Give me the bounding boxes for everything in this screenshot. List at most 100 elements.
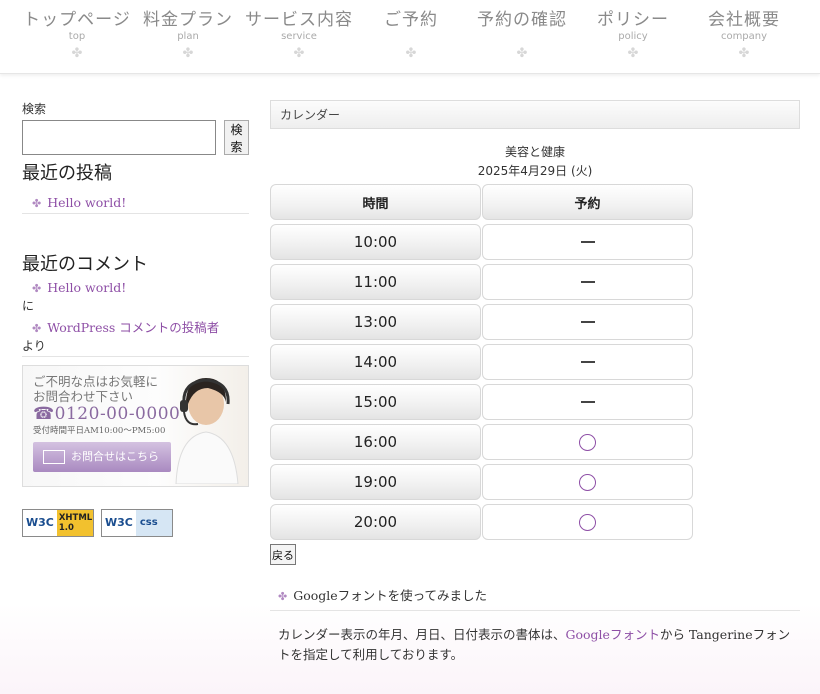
main-navigation: トップページ top ✤ 料金プラン plan ✤ サービス内容 service ✤ ご予約 ✤ 予約… [0,0,820,74]
column-header-time: 時間 [270,184,481,220]
available-circle-icon [579,473,596,491]
table-row: 19:00 [270,464,693,500]
table-row: 14:00 [270,344,693,380]
banner-text: ご不明な点はお気軽に お問合わせ下さい [33,374,159,404]
contact-button[interactable]: お問合せはこちら [33,442,171,472]
xhtml-badge[interactable]: W3C XHTML 1.0 [22,509,94,537]
nav-item-4[interactable]: 予約の確認 ✤ [467,0,577,72]
table-row: 20:00 [270,504,693,540]
time-cell: 11:00 [270,264,481,300]
unavailable-dash-icon [580,281,595,283]
time-cell: 13:00 [270,304,481,340]
unavailable-dash-icon [580,241,595,243]
fleur-bullet-icon: ✤ [32,197,42,210]
fleur-icon: ✤ [405,46,417,61]
table-row: 16:00 [270,424,693,460]
sidebar: 検索 検索 最近の投稿 ✤ Hello world! 最近のコメント ✤ Hello… [22,100,249,537]
search-button[interactable]: 検索 [224,120,249,155]
reservation-cell [482,384,693,420]
fleur-bullet-icon: ✤ [278,590,288,603]
recent-posts-heading: 最近の投稿 [22,163,112,184]
banner-phone: ☎0120-00-0000 [33,404,181,424]
fleur-icon: ✤ [71,46,83,61]
fleur-icon: ✤ [293,46,305,61]
nav-sublabel [356,31,466,43]
nav-item-6[interactable]: 会社概要 company ✤ [689,0,799,72]
column-header-reservation: 予約 [482,184,693,220]
fleur-icon: ✤ [516,46,528,61]
back-button[interactable]: 戻る [270,544,296,565]
nav-item-5[interactable]: ポリシー policy ✤ [578,0,688,72]
unavailable-dash-icon [580,401,595,403]
fleur-icon: ✤ [738,46,750,61]
comment-post-title: Hello world! [47,280,127,295]
fleur-icon: ✤ [182,46,194,61]
nav-item-1[interactable]: 料金プラン plan ✤ [133,0,243,72]
post-title-text: Googleフォントを使ってみました [293,588,488,603]
table-row: 15:00 [270,384,693,420]
contact-button-label: お問合せはこちら [71,450,159,463]
search-input[interactable] [22,120,216,155]
table-row: 13:00 [270,304,693,340]
reservation-cell[interactable] [482,424,693,460]
nav-item-2[interactable]: サービス内容 service ✤ [244,0,354,72]
recent-comments-list: ✤ Hello world! に ✤ WordPress コメントの投稿者 より [22,280,249,354]
post-title: ✤ Googleフォントを使ってみました [270,585,800,611]
validator-badges: W3C XHTML 1.0 W3C css [22,509,249,537]
table-header-row: 時間 予約 [270,184,693,220]
nav-item-0[interactable]: トップページ top ✤ [22,0,132,72]
time-cell: 20:00 [270,504,481,540]
nav-sublabel: policy [618,31,648,42]
recent-comments-heading: 最近のコメント [22,254,148,275]
nav-label: 予約の確認 [477,10,567,30]
table-row: 11:00 [270,264,693,300]
fleur-bullet-icon: ✤ [32,322,42,335]
post-body: カレンダー表示の年月、月日、日付表示の書体は、Googleフォントから Tang… [278,627,791,662]
nav-label: トップページ [23,10,131,30]
envelope-icon [43,450,65,464]
nav-label: サービス内容 [245,10,353,30]
operator-photo [175,378,239,484]
reservation-cell[interactable] [482,504,693,540]
fleur-bullet-icon: ✤ [32,282,42,295]
comment-author-link[interactable]: ✤ WordPress コメントの投稿者 [22,317,249,336]
recent-post-title: Hello world! [47,195,127,210]
table-row: 10:00 [270,224,693,260]
calendar-date: 2025年4月29日 (火) [477,164,593,178]
reservation-table: 時間 予約 10:00 11:00 13:00 14:00 15:00 16:00 19:0… [270,184,693,540]
search-label: 検索 [22,102,47,116]
google-fonts-link[interactable]: Googleフォント [566,627,660,642]
nav-sublabel: plan [177,31,199,42]
time-cell: 16:00 [270,424,481,460]
css-badge[interactable]: W3C css [101,509,173,537]
recent-posts-list: ✤ Hello world! [22,195,249,210]
comment-author-name: WordPress コメントの投稿者 [47,320,220,335]
nav-label: 料金プラン [143,10,233,30]
nav-sublabel: top [68,31,86,42]
divider [22,213,249,214]
nav-label: ご予約 [384,10,438,30]
nav-label: 会社概要 [708,10,780,30]
comment-post-link[interactable]: ✤ Hello world! [22,280,249,295]
nav-label: ポリシー [597,10,669,30]
fleur-icon: ✤ [627,46,639,61]
reservation-cell [482,304,693,340]
main-content: カレンダー 美容と健康 2025年4月29日 (火) 時間 予約 10:00 11… [270,100,800,665]
nav-sublabel: company [720,31,768,42]
nav-sublabel [467,31,577,43]
time-cell: 19:00 [270,464,481,500]
banner-hours: 受付時間平日AM10:00〜PM5:00 [33,426,166,436]
comment-joiner: より [22,339,46,353]
contact-banner[interactable]: ご不明な点はお気軽に お問合わせ下さい ☎0120-00-0000 受付時間平日A… [22,365,249,487]
reservation-cell [482,224,693,260]
nav-sublabel: service [281,31,317,42]
recent-post-link[interactable]: ✤ Hello world! [22,195,249,210]
nav-item-3[interactable]: ご予約 ✤ [356,0,466,72]
available-circle-icon [579,513,596,531]
unavailable-dash-icon [580,321,595,323]
reservation-cell[interactable] [482,464,693,500]
search-form: 検索 [22,120,249,155]
reservation-cell [482,264,693,300]
calendar-header: カレンダー [270,100,800,129]
calendar-shop-name: 美容と健康 [504,145,565,159]
